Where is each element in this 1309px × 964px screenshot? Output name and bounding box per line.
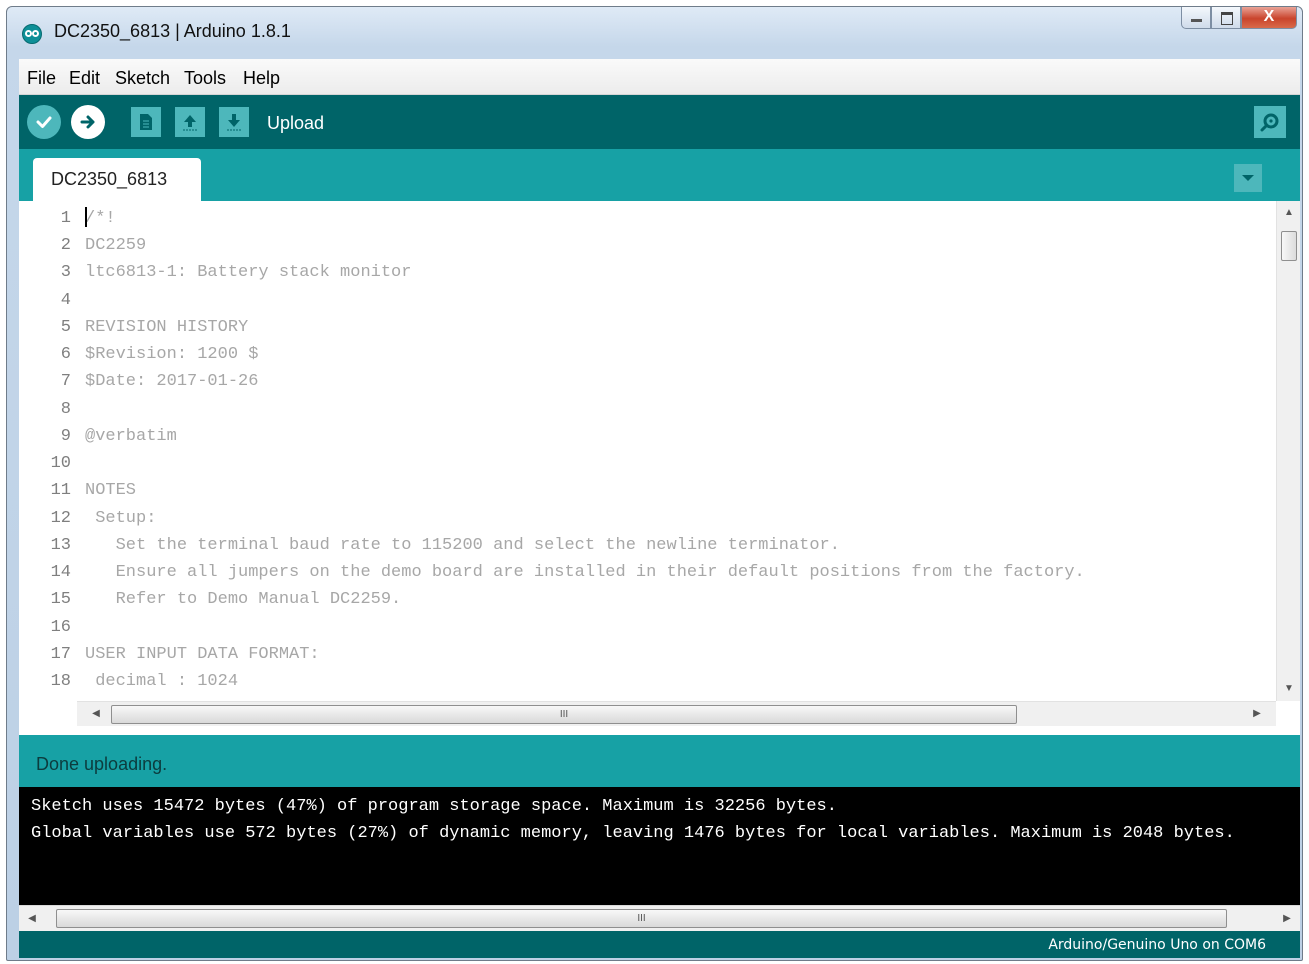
board-status-bar: Arduino/Genuino Uno on COM6 (19, 931, 1300, 958)
close-button[interactable]: X (1241, 7, 1297, 29)
scroll-left-icon[interactable]: ◀ (85, 702, 107, 726)
code-line: USER INPUT DATA FORMAT: (85, 645, 320, 664)
code-text-area[interactable]: /*! DC2259 ltc6813-1: Battery stack moni… (85, 201, 1275, 701)
line-number: 10 (50, 454, 71, 473)
output-console[interactable]: Sketch uses 15472 bytes (47%) of program… (19, 787, 1300, 905)
open-button[interactable] (175, 107, 205, 137)
window-controls: X (1181, 7, 1297, 31)
editor-vertical-scrollbar[interactable]: ▲ ▼ (1276, 201, 1300, 701)
menu-tools[interactable]: Tools (184, 68, 226, 89)
checkmark-icon (36, 116, 52, 128)
code-line: Setup: (85, 509, 157, 528)
line-number: 18 (50, 672, 71, 691)
toolbar-hover-label: Upload (267, 113, 325, 133)
scroll-down-icon[interactable]: ▼ (1277, 679, 1301, 699)
up-arrow-icon (183, 115, 197, 131)
arduino-window: DC2350_6813 | Arduino 1.8.1 X File Edit … (6, 6, 1303, 961)
toolbar: Upload (19, 95, 1300, 149)
code-line: DC2259 (85, 236, 147, 255)
code-line: Set the terminal baud rate to 115200 and… (85, 536, 840, 555)
chevron-down-icon (1242, 175, 1254, 181)
maximize-button[interactable] (1211, 7, 1241, 29)
window-title: DC2350_6813 | Arduino 1.8.1 (54, 21, 291, 41)
minimize-button[interactable] (1181, 7, 1211, 29)
line-number: 8 (60, 400, 71, 419)
line-number: 15 (50, 590, 71, 609)
line-number: 9 (60, 427, 71, 446)
line-number: 11 (50, 481, 71, 500)
vertical-scroll-thumb[interactable] (1281, 231, 1297, 261)
new-file-icon (140, 114, 152, 130)
board-port-label: Arduino/Genuino Uno on COM6 (1048, 937, 1266, 953)
client-area: File Edit Sketch Tools Help Upload DC235… (19, 59, 1300, 958)
line-number: 5 (60, 318, 71, 337)
line-number: 1 (60, 209, 71, 228)
code-line: ltc6813-1: Battery stack monitor (85, 263, 412, 282)
line-number: 13 (50, 536, 71, 555)
code-line: NOTES (85, 481, 137, 500)
menu-edit[interactable]: Edit (69, 68, 100, 89)
verify-button[interactable] (27, 105, 61, 139)
serial-monitor-button[interactable] (1254, 106, 1286, 138)
line-number-gutter: 1 2 3 4 5 6 7 8 9 10 11 12 13 14 15 16 1… (19, 201, 77, 735)
upload-button[interactable] (71, 105, 105, 139)
horizontal-scroll-thumb[interactable]: III (111, 705, 1017, 724)
right-arrow-icon (80, 115, 95, 129)
tab-dc2350-6813[interactable]: DC2350_6813 (33, 158, 201, 201)
menu-sketch[interactable]: Sketch (115, 68, 170, 89)
magnifier-icon (1260, 113, 1279, 132)
code-line: /*! (85, 209, 116, 228)
code-line: @verbatim (85, 427, 177, 446)
code-line: $Date: 2017-01-26 (85, 372, 259, 391)
tab-bar: DC2350_6813 (19, 149, 1300, 201)
line-number: 7 (60, 372, 71, 391)
status-bar: Done uploading. (19, 735, 1300, 787)
code-line: Refer to Demo Manual DC2259. (85, 590, 402, 609)
line-number: 6 (60, 345, 71, 364)
console-line: Global variables use 572 bytes (27%) of … (31, 824, 1235, 843)
line-number: 17 (50, 645, 71, 664)
scroll-right-icon[interactable]: ▶ (1246, 702, 1268, 726)
code-line: $Revision: 1200 $ (85, 345, 259, 364)
editor-horizontal-scrollbar[interactable]: ◀ III ▶ (77, 701, 1276, 726)
code-line: REVISION HISTORY (85, 318, 249, 337)
scroll-left-icon[interactable]: ◀ (21, 906, 43, 931)
code-line: decimal : 1024 (85, 672, 239, 691)
title-bar[interactable]: DC2350_6813 | Arduino 1.8.1 X (7, 7, 1302, 59)
code-editor[interactable]: 1 2 3 4 5 6 7 8 9 10 11 12 13 14 15 16 1… (19, 201, 1300, 735)
line-number: 14 (50, 563, 71, 582)
line-number: 3 (60, 263, 71, 282)
line-number: 2 (60, 236, 71, 255)
code-line: Ensure all jumpers on the demo board are… (85, 563, 1085, 582)
text-cursor (85, 207, 87, 227)
line-number: 16 (50, 618, 71, 637)
down-arrow-icon (227, 114, 241, 131)
console-horizontal-scrollbar[interactable]: ◀ III ▶ (19, 905, 1300, 931)
menu-bar: File Edit Sketch Tools Help (19, 59, 1300, 95)
console-line: Sketch uses 15472 bytes (47%) of program… (31, 797, 837, 816)
status-message: Done uploading. (36, 754, 168, 774)
menu-file[interactable]: File (27, 68, 56, 89)
tab-menu-button[interactable] (1234, 164, 1262, 192)
arduino-logo-icon (22, 24, 42, 44)
save-button[interactable] (219, 107, 249, 137)
new-sketch-button[interactable] (131, 107, 161, 137)
console-scroll-thumb[interactable]: III (56, 909, 1227, 928)
menu-help[interactable]: Help (243, 68, 280, 89)
line-number: 12 (50, 509, 71, 528)
scroll-right-icon[interactable]: ▶ (1276, 906, 1298, 931)
scroll-up-icon[interactable]: ▲ (1277, 203, 1301, 223)
line-number: 4 (60, 291, 71, 310)
